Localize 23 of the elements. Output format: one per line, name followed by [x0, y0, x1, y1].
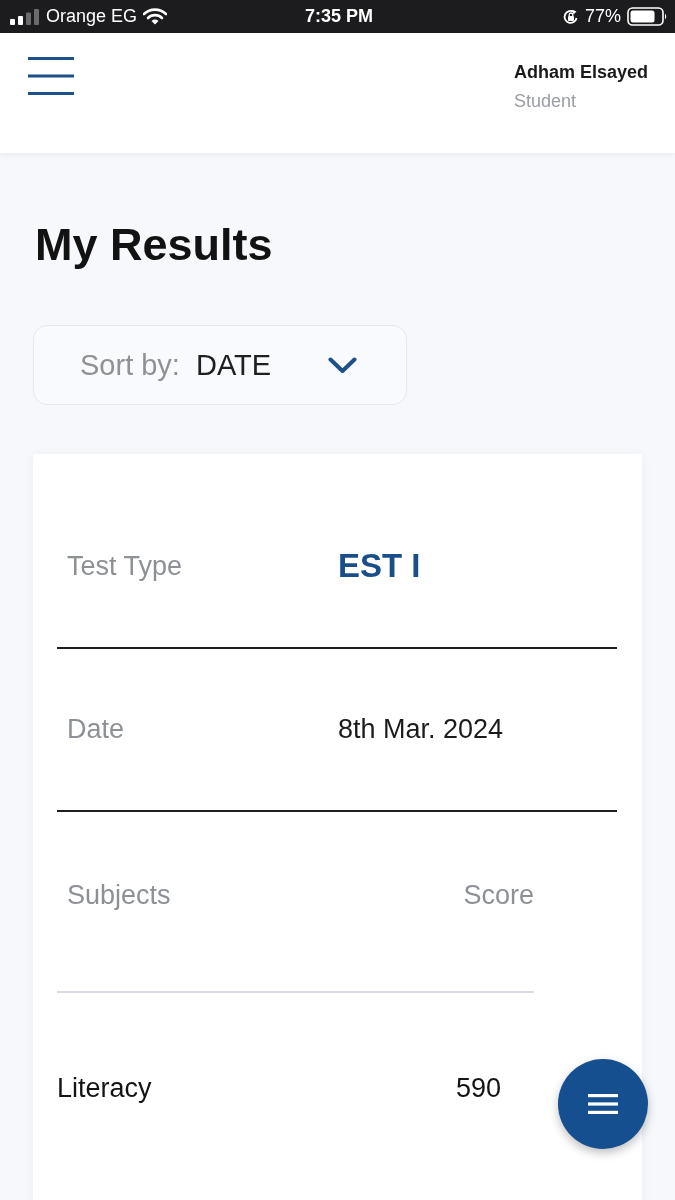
battery-icon	[627, 7, 668, 26]
field-value: 8th Mar. 2024	[338, 714, 504, 745]
column-header: Score	[463, 879, 534, 911]
menu-icon	[28, 57, 74, 95]
field-value: EST I	[338, 547, 421, 585]
menu-icon	[588, 1094, 618, 1114]
carrier-name: Orange EG	[46, 6, 138, 27]
signal-icon	[10, 8, 40, 25]
field-label: Test Type	[67, 550, 184, 582]
wifi-icon	[143, 8, 168, 25]
user-name: Adham Elsayed	[513, 62, 648, 83]
status-time: 7:35 PM	[305, 6, 373, 27]
battery-percent: 77%	[584, 6, 621, 27]
rotation-lock-icon	[562, 8, 579, 25]
table-cell: Literacy	[57, 1072, 152, 1104]
menu-button[interactable]	[28, 57, 74, 95]
column-header: Subjects	[67, 879, 171, 911]
field-label: Date	[67, 714, 126, 745]
page-title: My Results	[35, 218, 274, 272]
user-role: Student	[513, 91, 577, 112]
sort-dropdown[interactable]: Sort by: DATE	[33, 325, 407, 405]
table-cell: 590	[455, 1072, 501, 1104]
chevron-down-icon	[327, 356, 357, 374]
